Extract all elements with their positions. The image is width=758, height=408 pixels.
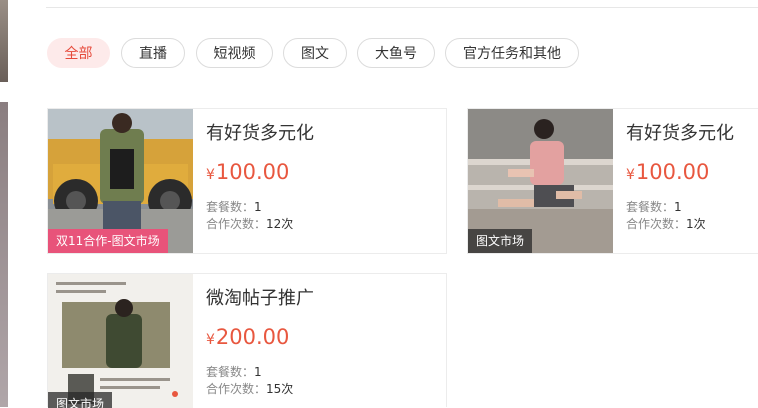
service-card[interactable]: 图文市场 微淘帖子推广 ¥200.00 套餐数：1 合作次数：15次: [47, 273, 447, 408]
service-card[interactable]: 双11合作-图文市场 有好货多元化 ¥100.00 套餐数：1 合作次数：12次: [47, 108, 447, 254]
packages-label: 套餐数：: [206, 200, 255, 214]
packages-label: 套餐数：: [206, 365, 255, 379]
card-cooperations: 合作次数：15次: [206, 380, 293, 397]
filter-chip-live[interactable]: 直播: [121, 38, 185, 68]
left-strip-top: [0, 0, 8, 82]
cooperations-label: 合作次数：: [206, 382, 267, 396]
currency-symbol: ¥: [626, 167, 635, 183]
filter-chip-all[interactable]: 全部: [47, 38, 110, 68]
cooperations-label: 合作次数：: [626, 217, 687, 231]
card-packages: 套餐数：1: [206, 363, 262, 380]
top-divider: [46, 7, 758, 8]
left-background-strip: [0, 0, 8, 407]
price-value: 200.00: [215, 325, 290, 349]
card-thumbnail: 图文市场: [48, 274, 193, 408]
service-card[interactable]: 图文市场 有好货多元化 ¥100.00 套餐数：1 合作次数：1次: [467, 108, 758, 254]
card-title[interactable]: 有好货多元化: [626, 119, 734, 145]
card-title[interactable]: 有好货多元化: [206, 119, 314, 145]
card-packages: 套餐数：1: [206, 198, 262, 215]
cooperations-value: 15次: [266, 382, 294, 396]
left-strip-gap: [0, 82, 8, 102]
cooperations-value: 1次: [686, 217, 706, 231]
card-cooperations: 合作次数：12次: [206, 215, 293, 232]
packages-value: 1: [254, 365, 262, 379]
price-value: 100.00: [215, 160, 290, 184]
cooperations-value: 12次: [266, 217, 294, 231]
currency-symbol: ¥: [206, 332, 215, 348]
filter-chip-official-tasks[interactable]: 官方任务和其他: [445, 38, 579, 68]
packages-value: 1: [674, 200, 682, 214]
filter-chip-dayu[interactable]: 大鱼号: [357, 38, 435, 68]
card-packages: 套餐数：1: [626, 198, 682, 215]
card-badge: 双11合作-图文市场: [48, 229, 168, 253]
card-price: ¥200.00: [206, 325, 289, 349]
card-badge: 图文市场: [48, 392, 113, 408]
card-thumbnail: 双11合作-图文市场: [48, 109, 193, 253]
left-strip-bottom: [0, 102, 8, 407]
currency-symbol: ¥: [206, 167, 215, 183]
cooperations-label: 合作次数：: [206, 217, 267, 231]
price-value: 100.00: [635, 160, 710, 184]
filter-chip-short-video[interactable]: 短视频: [196, 38, 273, 68]
card-thumbnail: 图文市场: [468, 109, 613, 253]
packages-label: 套餐数：: [626, 200, 675, 214]
card-price: ¥100.00: [206, 160, 289, 184]
card-title[interactable]: 微淘帖子推广: [206, 284, 314, 310]
card-cooperations: 合作次数：1次: [626, 215, 706, 232]
filter-chip-image-text[interactable]: 图文: [283, 38, 347, 68]
card-badge: 图文市场: [468, 229, 533, 253]
packages-value: 1: [254, 200, 262, 214]
card-price: ¥100.00: [626, 160, 709, 184]
